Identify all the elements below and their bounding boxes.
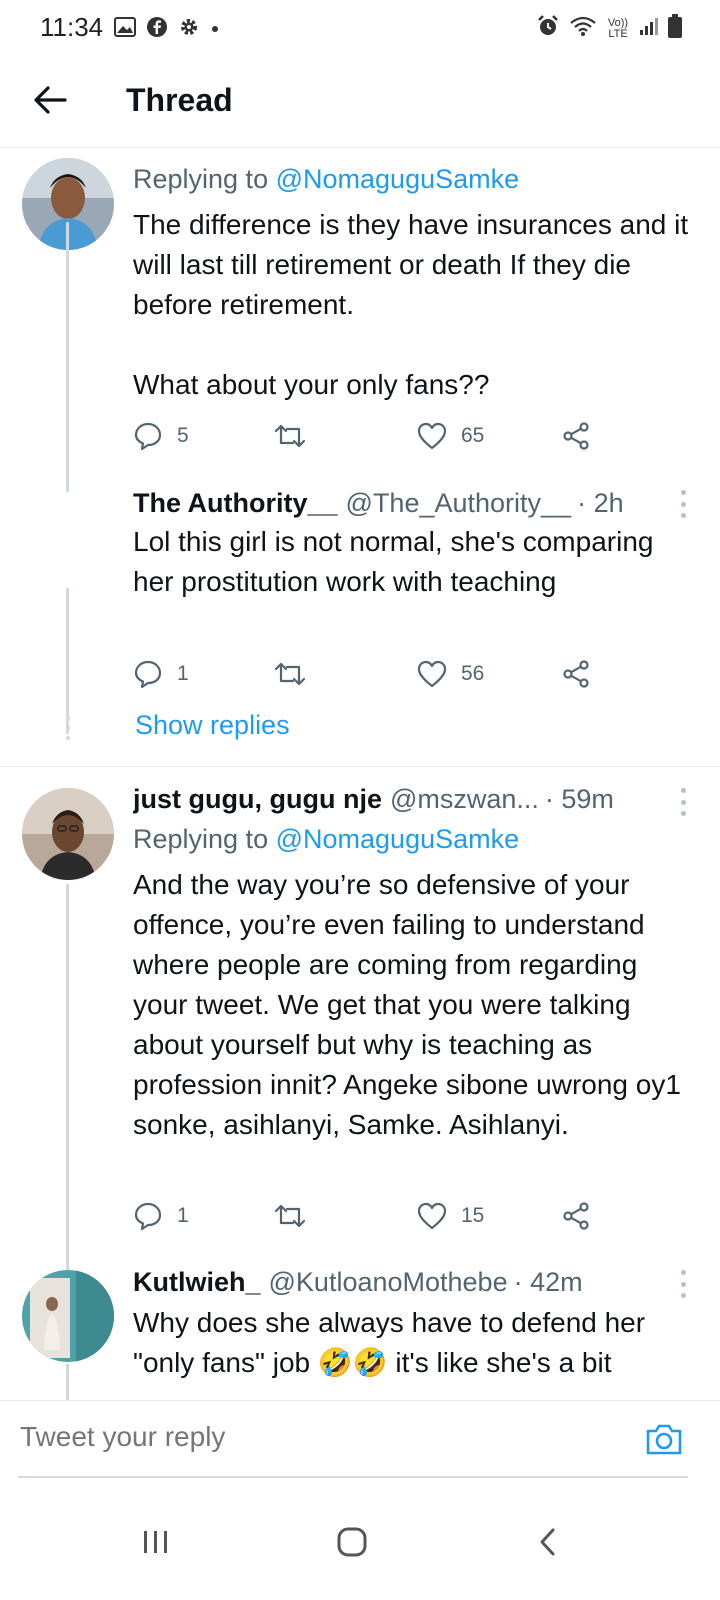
thread-line xyxy=(66,222,69,492)
tweet-time: · 59m xyxy=(544,784,614,814)
reply-icon xyxy=(134,422,162,451)
tweet-actions: 1 15 xyxy=(133,1196,633,1236)
tweet-text: And the way you’re so defensive of your … xyxy=(133,869,689,1140)
status-right-icons: Vo)) LTE xyxy=(536,14,682,43)
tweet-actions: 5 65 xyxy=(133,416,633,456)
thread-line xyxy=(66,884,69,1304)
share-icon xyxy=(563,422,589,450)
share-button[interactable] xyxy=(561,416,591,456)
battery-icon xyxy=(668,14,682,43)
recents-button[interactable] xyxy=(126,1512,186,1572)
more-options-icon[interactable] xyxy=(676,788,690,816)
alarm-icon xyxy=(536,14,560,43)
share-icon xyxy=(563,1202,589,1230)
camera-button[interactable] xyxy=(644,1421,684,1461)
reply-button[interactable]: 5 xyxy=(133,416,189,456)
display-name[interactable]: just gugu, gugu nje xyxy=(133,784,382,815)
like-button[interactable]: 65 xyxy=(417,416,484,456)
reply-count: 1 xyxy=(177,662,189,685)
divider xyxy=(0,766,720,767)
tweet-header: Kutlwieh_ @KutloanoMothebe · 42m xyxy=(133,1267,673,1298)
settings-icon xyxy=(178,16,200,43)
avatar[interactable] xyxy=(22,788,114,880)
tweet-text: Lol this girl is not normal, she's compa… xyxy=(133,526,662,597)
like-button[interactable]: 56 xyxy=(417,654,484,694)
reply-composer xyxy=(0,1400,720,1480)
more-options-icon[interactable] xyxy=(676,490,690,518)
composer-underline xyxy=(18,1476,688,1478)
home-button[interactable] xyxy=(322,1512,382,1572)
like-count: 15 xyxy=(461,1204,485,1227)
status-left-icons xyxy=(114,16,220,43)
reply-count: 1 xyxy=(177,1204,189,1227)
back-arrow-icon xyxy=(34,86,67,114)
gallery-icon xyxy=(114,17,136,42)
tweet-header: The Authority__ @The_Authority__ · 2h xyxy=(133,488,673,519)
tweet-actions: 1 56 xyxy=(133,654,633,694)
mention-link[interactable]: @NomaguguSamke xyxy=(276,824,520,854)
tweet-text: The difference is they have insurances a… xyxy=(133,209,689,400)
replying-to: Replying to @NomaguguSamke xyxy=(133,824,520,854)
volte-icon: Vo)) LTE xyxy=(607,16,629,40)
tweet-time: · 2h xyxy=(577,488,624,518)
like-count: 65 xyxy=(461,424,485,447)
retweet-button[interactable] xyxy=(273,654,321,694)
like-count: 56 xyxy=(461,662,485,685)
recents-icon xyxy=(144,1531,167,1553)
reply-input[interactable] xyxy=(20,1421,580,1453)
heart-icon xyxy=(417,660,447,688)
reply-icon xyxy=(134,660,162,689)
reply-button[interactable]: 1 xyxy=(133,1196,189,1236)
chevron-left-icon xyxy=(540,1528,555,1556)
signal-icon xyxy=(639,16,659,41)
like-button[interactable]: 15 xyxy=(417,1196,484,1236)
reply-icon xyxy=(134,1202,162,1231)
retweet-icon xyxy=(274,424,306,448)
reply-button[interactable]: 1 xyxy=(133,654,189,694)
system-nav-bar xyxy=(0,1488,720,1600)
tweet-text: Why does she always have to defend her "… xyxy=(133,1307,653,1378)
home-icon xyxy=(337,1527,367,1557)
dot-icon xyxy=(210,21,220,39)
header: Thread xyxy=(0,56,720,148)
retweet-icon xyxy=(274,662,306,686)
wifi-icon xyxy=(569,15,597,42)
facebook-icon xyxy=(146,16,168,43)
tweet-time: · 42m xyxy=(513,1267,583,1297)
display-name[interactable]: The Authority__ xyxy=(133,488,338,519)
retweet-button[interactable] xyxy=(273,1196,321,1236)
more-options-icon[interactable] xyxy=(676,1270,690,1298)
avatar[interactable] xyxy=(22,1270,114,1362)
heart-icon xyxy=(417,422,447,450)
user-handle[interactable]: @The_Authority__ xyxy=(346,488,572,519)
tweet-header: just gugu, gugu nje @mszwan... · 59m xyxy=(133,784,673,815)
page-title: Thread xyxy=(126,82,233,118)
camera-icon xyxy=(646,1424,682,1455)
retweet-icon xyxy=(274,1204,306,1228)
thread-feed[interactable]: Replying to @NomaguguSamke The differenc… xyxy=(0,148,720,1424)
back-button[interactable] xyxy=(28,78,72,122)
display-name[interactable]: Kutlwieh_ xyxy=(133,1267,261,1298)
thread-line xyxy=(66,1248,69,1268)
show-replies-link[interactable]: Show replies xyxy=(135,710,290,741)
retweet-button[interactable] xyxy=(273,416,321,456)
share-button[interactable] xyxy=(561,1196,591,1236)
mention-link[interactable]: @NomaguguSamke xyxy=(276,164,520,194)
replying-to: Replying to @NomaguguSamke xyxy=(133,164,520,194)
reply-count: 5 xyxy=(177,424,189,447)
user-handle[interactable]: @KutloanoMothebe xyxy=(269,1267,508,1298)
share-icon xyxy=(563,660,589,688)
status-bar: 11:34 Vo)) LTE xyxy=(0,0,720,56)
back-nav-button[interactable] xyxy=(518,1512,578,1572)
share-button[interactable] xyxy=(561,654,591,694)
heart-icon xyxy=(417,1202,447,1230)
thread-continuation-icon xyxy=(64,716,72,740)
user-handle[interactable]: @mszwan... xyxy=(390,784,539,815)
thread-line xyxy=(66,588,69,734)
status-time: 11:34 xyxy=(40,12,104,42)
